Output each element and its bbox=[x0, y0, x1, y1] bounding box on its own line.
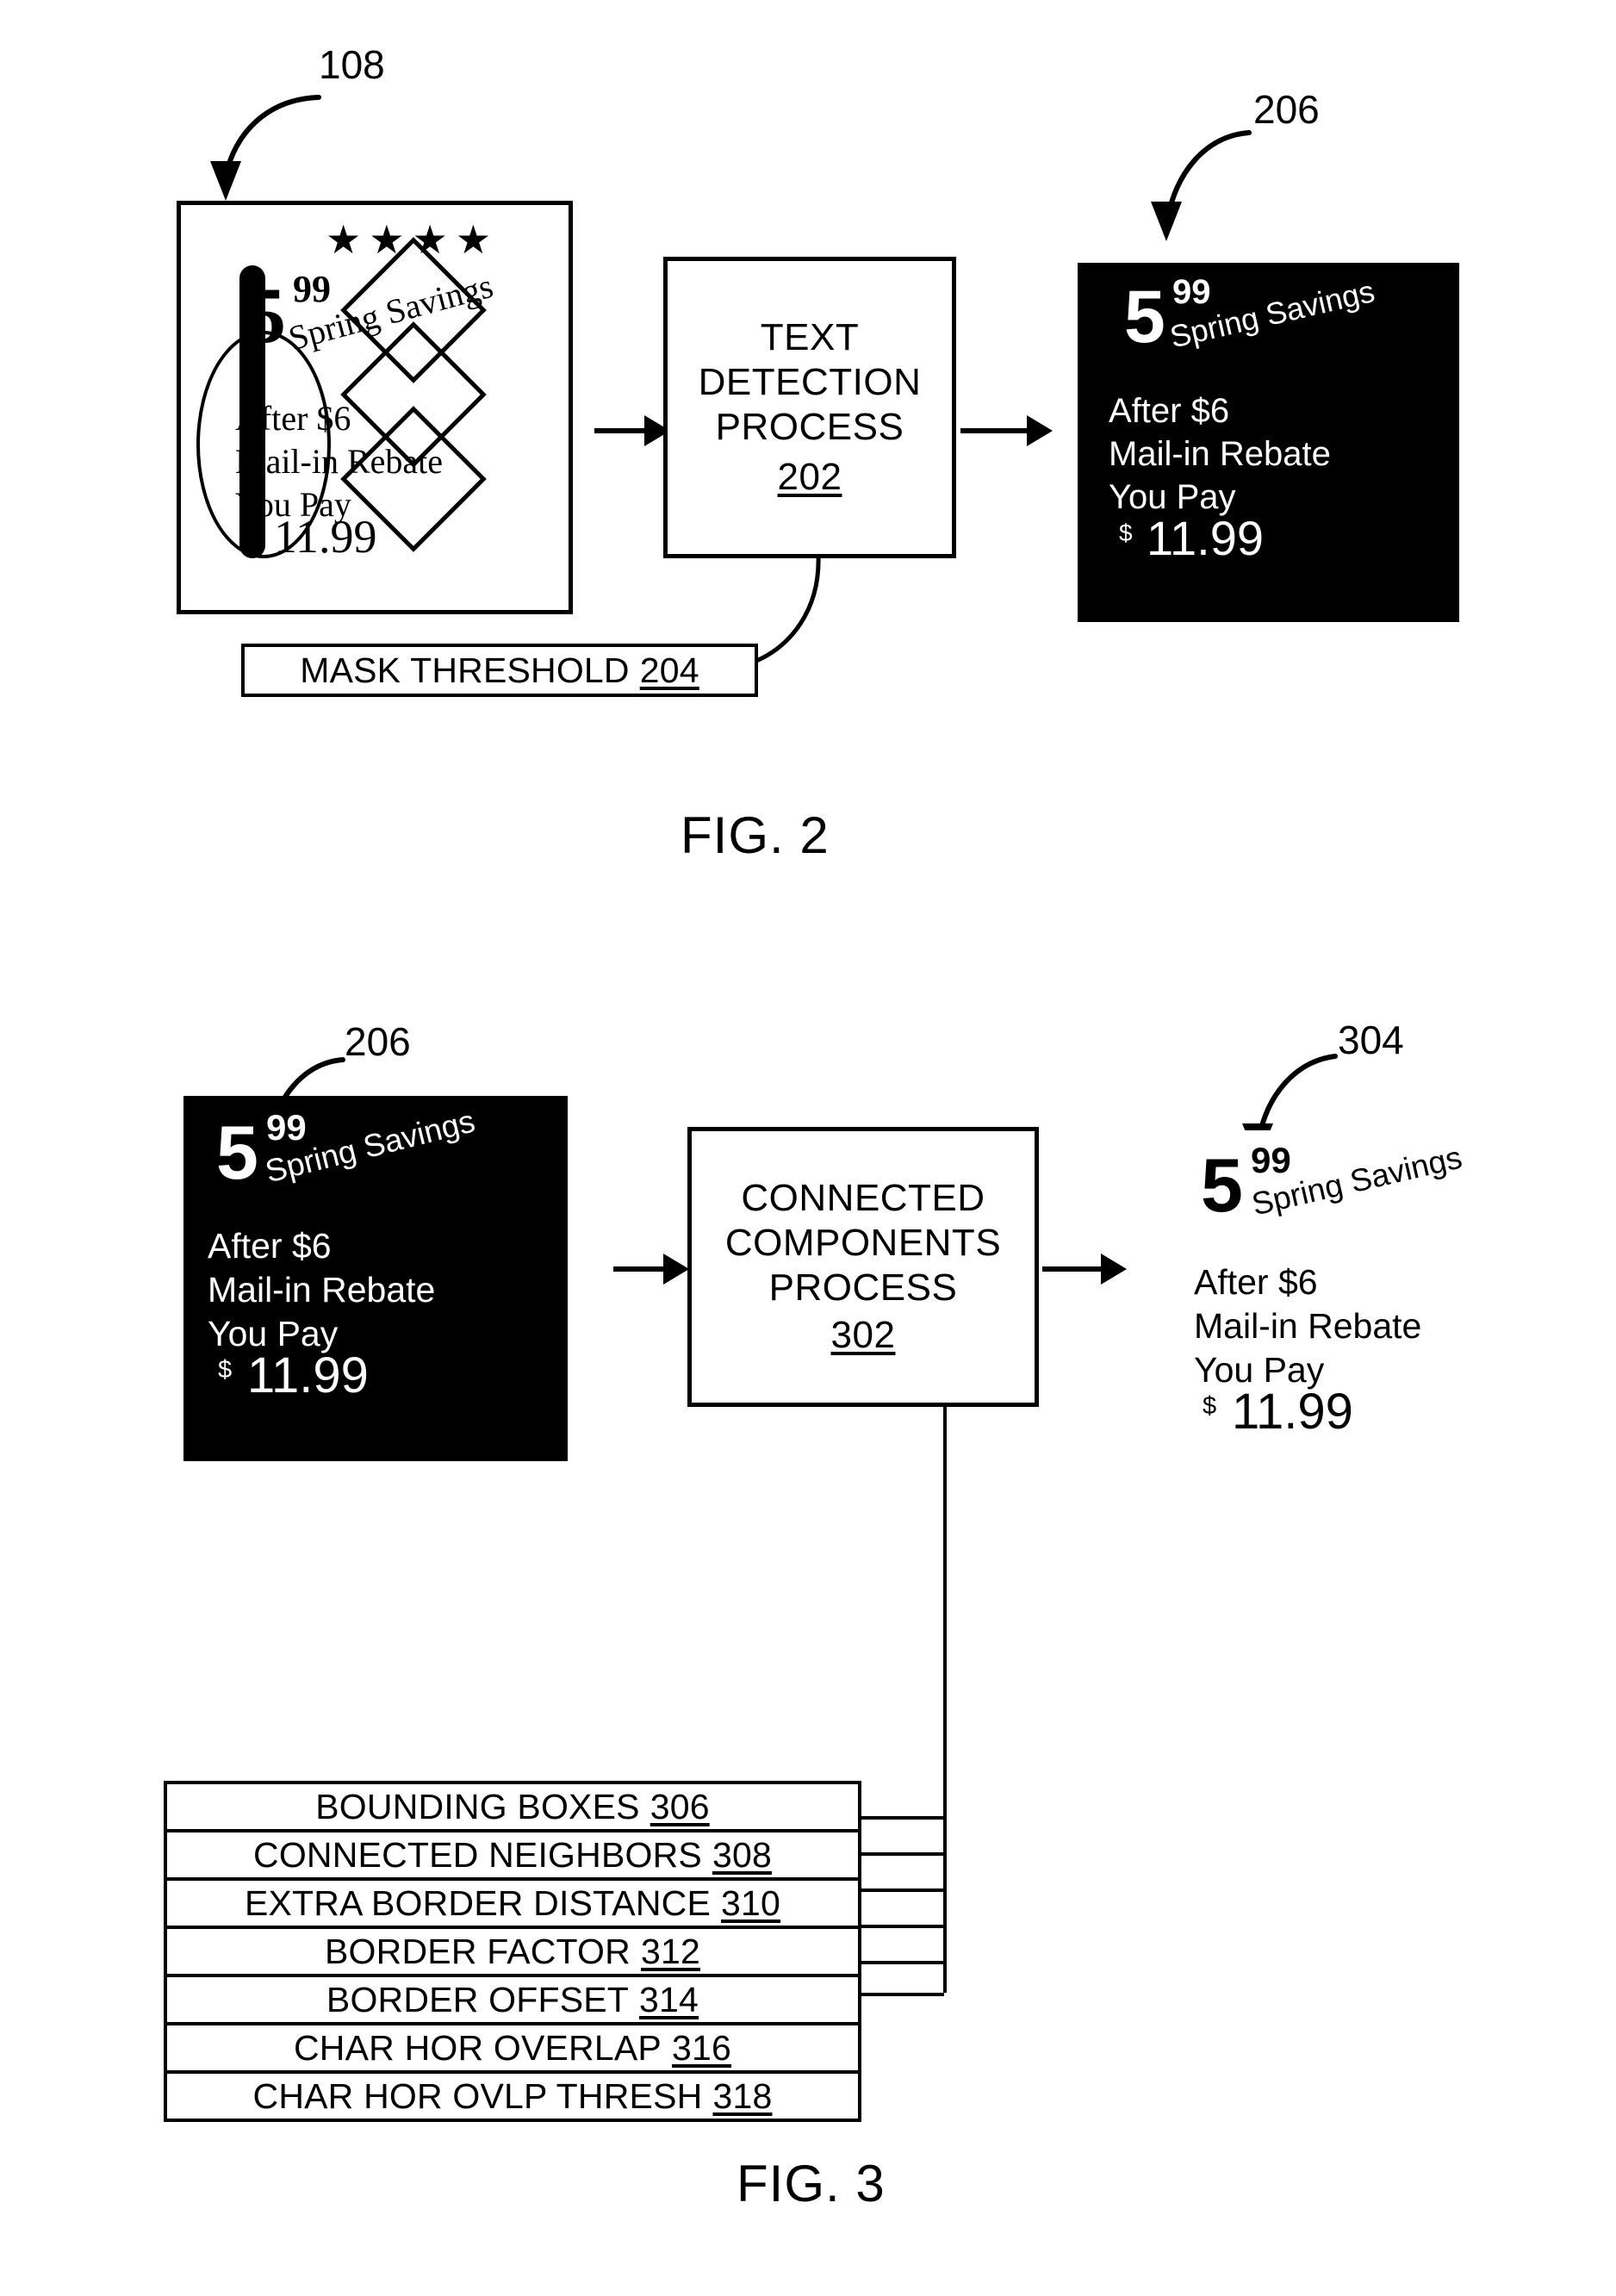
parameter-reference-number: 312 bbox=[640, 1931, 700, 1971]
parameter-rung bbox=[858, 1852, 944, 1856]
parameter-box-connected-neighbors[interactable]: CONNECTED NEIGHBORS 308 bbox=[164, 1829, 861, 1881]
figure-3: 206 5 99 Spring Savings After $6 Mail-in… bbox=[0, 948, 1616, 2296]
flow-connector-2 bbox=[960, 428, 1029, 433]
parameter-box-border-offset[interactable]: BORDER OFFSET 314 bbox=[164, 1974, 861, 2025]
ad-line-youpay: You Pay bbox=[1109, 478, 1236, 516]
price-cents: 99 bbox=[266, 1107, 307, 1148]
reference-number-108: 108 bbox=[319, 42, 385, 87]
ad-line-youpay: You Pay bbox=[208, 1314, 339, 1353]
parameter-box-extra-border-distance[interactable]: EXTRA BORDER DISTANCE 310 bbox=[164, 1877, 861, 1929]
parameter-reference-number: 308 bbox=[712, 1834, 772, 1875]
parameter-box-bounding-boxes[interactable]: BOUNDING BOXES 306 bbox=[164, 1781, 861, 1832]
ad-line-after: After $6 bbox=[1109, 392, 1230, 430]
flow-arrow-2-icon bbox=[1101, 1254, 1127, 1285]
masked-advertisement-image: 5 99 Spring Savings After $6 Mail-in Reb… bbox=[1078, 263, 1459, 622]
ad-line-rebate: Mail-in Rebate bbox=[235, 442, 444, 481]
leader-arrow-108-icon bbox=[210, 95, 321, 201]
price-dollars: 5 bbox=[216, 1110, 258, 1195]
parameter-reference-number: 204 bbox=[639, 650, 699, 690]
parameter-label: MASK THRESHOLD bbox=[300, 650, 630, 690]
parameter-reference-number: 310 bbox=[721, 1882, 781, 1923]
connected-components-process-box[interactable]: CONNECTED COMPONENTS PROCESS 302 bbox=[687, 1127, 1039, 1407]
ad-line-youpay: You Pay bbox=[1194, 1350, 1325, 1390]
text-detection-process-box[interactable]: TEXT DETECTION PROCESS 202 bbox=[663, 257, 956, 558]
parameter-label: BORDER OFFSET bbox=[326, 1979, 630, 2019]
parameter-rung bbox=[858, 1925, 944, 1928]
price-cents: 99 bbox=[293, 268, 331, 310]
process-reference-number: 202 bbox=[777, 455, 842, 498]
parameter-label: BOUNDING BOXES bbox=[315, 1786, 640, 1826]
input-advertisement-image: ★★★★ 5 99 Spring Savings After $6 Mail-i… bbox=[177, 201, 573, 614]
parameter-reference-number: 314 bbox=[639, 1979, 699, 2019]
parameter-label: BORDER FACTOR bbox=[325, 1931, 631, 1971]
parameter-reference-number: 316 bbox=[671, 2027, 731, 2068]
parameter-label: CHAR HOR OVLP THRESH bbox=[252, 2075, 703, 2116]
parameter-rung bbox=[858, 1816, 944, 1820]
flow-connector-1 bbox=[613, 1266, 665, 1272]
currency-symbol: $ bbox=[245, 520, 258, 549]
figure-3-caption: FIG. 3 bbox=[737, 2155, 886, 2212]
final-price: 11.99 bbox=[247, 1347, 369, 1403]
parameter-box-char-hor-overlap[interactable]: CHAR HOR OVERLAP 316 bbox=[164, 2022, 861, 2074]
final-price: 11.99 bbox=[1232, 1384, 1353, 1440]
patent-figure-sheet: 108 ★★★★ 5 99 Spring Savings After $6 Ma… bbox=[0, 0, 1616, 2296]
price-dollars: 5 bbox=[246, 271, 286, 359]
leader-arrow-206-icon bbox=[1151, 130, 1252, 241]
parameter-reference-number: 306 bbox=[650, 1786, 710, 1826]
currency-symbol: $ bbox=[218, 1356, 233, 1384]
process-reference-number: 302 bbox=[830, 1314, 896, 1357]
parameter-box-border-factor[interactable]: BORDER FACTOR 312 bbox=[164, 1926, 861, 1977]
parameter-bracket-vertical bbox=[943, 1407, 947, 1993]
ad-line-after: After $6 bbox=[208, 1226, 332, 1266]
ad-line-rebate: Mail-in Rebate bbox=[1194, 1306, 1422, 1346]
parameter-rung bbox=[858, 1888, 944, 1892]
currency-symbol: $ bbox=[1203, 1392, 1217, 1420]
process-line-1: CONNECTED bbox=[741, 1176, 985, 1219]
parameter-list: BOUNDING BOXES 306 CONNECTED NEIGHBORS 3… bbox=[164, 1781, 861, 2122]
flow-connector-1 bbox=[594, 428, 646, 433]
final-price: 11.99 bbox=[1147, 511, 1264, 565]
figure-2-caption: FIG. 2 bbox=[681, 806, 830, 864]
flow-arrow-1-icon bbox=[663, 1254, 689, 1285]
ad-line-after: After $6 bbox=[1194, 1262, 1318, 1302]
flow-connector-2 bbox=[1042, 1266, 1103, 1272]
parameter-reference-number: 318 bbox=[712, 2075, 773, 2116]
process-line-3: PROCESS bbox=[715, 406, 904, 448]
price-dollars: 5 bbox=[1201, 1142, 1243, 1228]
flow-arrow-2-icon bbox=[1027, 415, 1053, 446]
connected-components-output-image: 5 99 Spring Savings After $6 Mail-in Reb… bbox=[1180, 1130, 1551, 1501]
final-price: 11.99 bbox=[274, 511, 377, 563]
parameter-label: CONNECTED NEIGHBORS bbox=[253, 1834, 702, 1875]
ad-line-rebate: Mail-in Rebate bbox=[1109, 435, 1331, 473]
parameter-rung bbox=[858, 1961, 944, 1964]
process-line-1: TEXT bbox=[760, 316, 860, 359]
masked-advertisement-image: 5 99 Spring Savings After $6 Mail-in Reb… bbox=[183, 1096, 568, 1461]
process-line-3: PROCESS bbox=[768, 1266, 958, 1309]
process-line-2: DETECTION bbox=[698, 361, 922, 404]
ad-line-after: After $6 bbox=[235, 399, 351, 438]
currency-symbol: $ bbox=[1119, 520, 1133, 546]
mask-threshold-parameter-box[interactable]: MASK THRESHOLD 204 bbox=[241, 644, 758, 697]
price-cents: 99 bbox=[1251, 1140, 1291, 1180]
parameter-label: EXTRA BORDER DISTANCE bbox=[244, 1882, 712, 1923]
mask-threshold-connector bbox=[747, 556, 821, 667]
ad-line-rebate: Mail-in Rebate bbox=[208, 1270, 436, 1310]
process-line-2: COMPONENTS bbox=[724, 1221, 1002, 1264]
price-dollars: 5 bbox=[1124, 276, 1165, 358]
parameter-box-char-hor-ovlp-thresh[interactable]: CHAR HOR OVLP THRESH 318 bbox=[164, 2070, 861, 2122]
price-cents: 99 bbox=[1172, 273, 1211, 311]
parameter-label: CHAR HOR OVERLAP bbox=[294, 2027, 662, 2068]
parameter-rung bbox=[858, 1993, 944, 1996]
figure-2: 108 ★★★★ 5 99 Spring Savings After $6 Ma… bbox=[0, 0, 1616, 913]
